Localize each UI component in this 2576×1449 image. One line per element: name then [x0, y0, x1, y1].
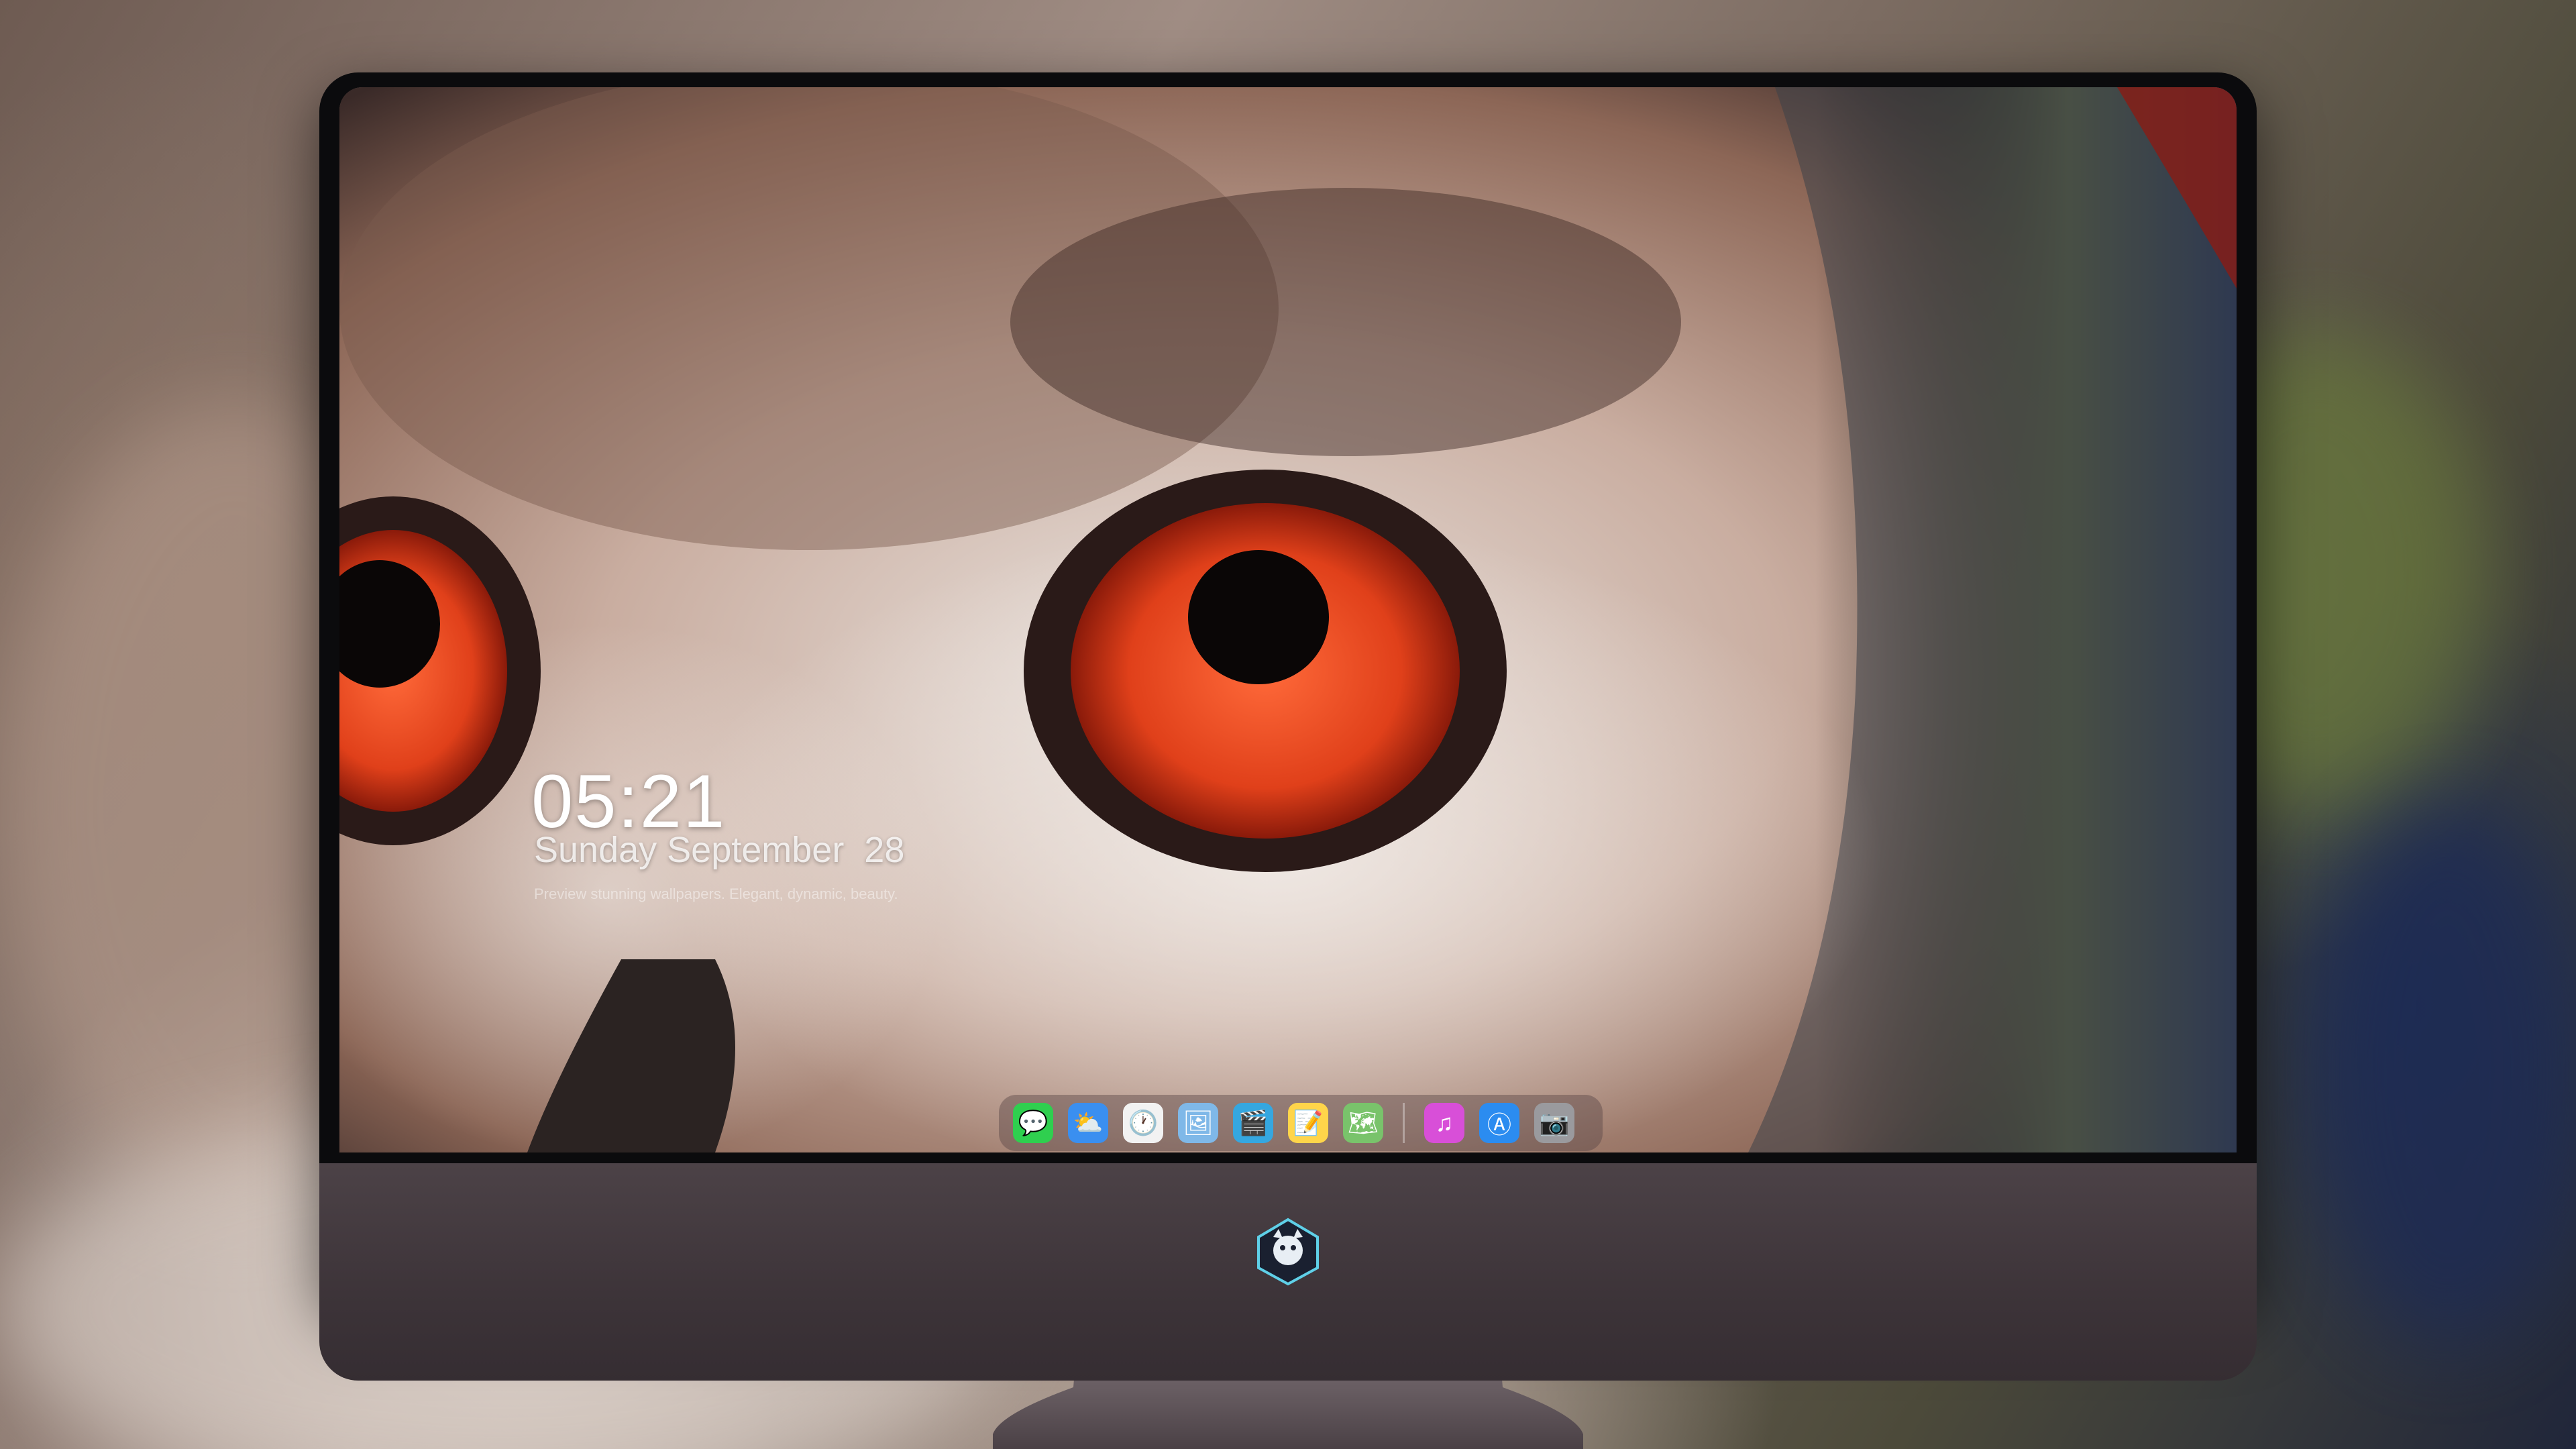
lockscreen-date: Sunday September 28 — [534, 830, 905, 870]
music-icon[interactable]: ♫ — [1424, 1103, 1464, 1143]
dock-separator — [1403, 1103, 1405, 1143]
weather-icon[interactable]: ⛅ — [1068, 1103, 1108, 1143]
screen: 05:21 Sunday September 28 Preview stunni… — [339, 87, 2237, 1152]
video-editor-icon[interactable]: 🎬 — [1233, 1103, 1273, 1143]
brand-logo — [1257, 1218, 1319, 1286]
messages-icon[interactable]: 💬 — [1013, 1103, 1053, 1143]
monitor-chin — [319, 1163, 2257, 1381]
dock: 💬 ⛅ 🕐 🖼 🎬 📝 🗺 ♫ Ⓐ 📷 — [999, 1095, 1603, 1151]
preview-icon[interactable]: 🖼 — [1178, 1103, 1218, 1143]
notes-icon[interactable]: 📝 — [1288, 1103, 1328, 1143]
monitor: 05:21 Sunday September 28 Preview stunni… — [319, 72, 2257, 1381]
maps-icon[interactable]: 🗺 — [1343, 1103, 1383, 1143]
app-store-icon[interactable]: Ⓐ — [1479, 1103, 1519, 1143]
clock-icon[interactable]: 🕐 — [1123, 1103, 1163, 1143]
lockscreen-caption: Preview stunning wallpapers. Elegant, dy… — [534, 885, 898, 902]
camera-icon[interactable]: 📷 — [1534, 1103, 1574, 1143]
background-blur-blob — [2314, 805, 2576, 1342]
owl-wallpaper — [339, 87, 2237, 1152]
